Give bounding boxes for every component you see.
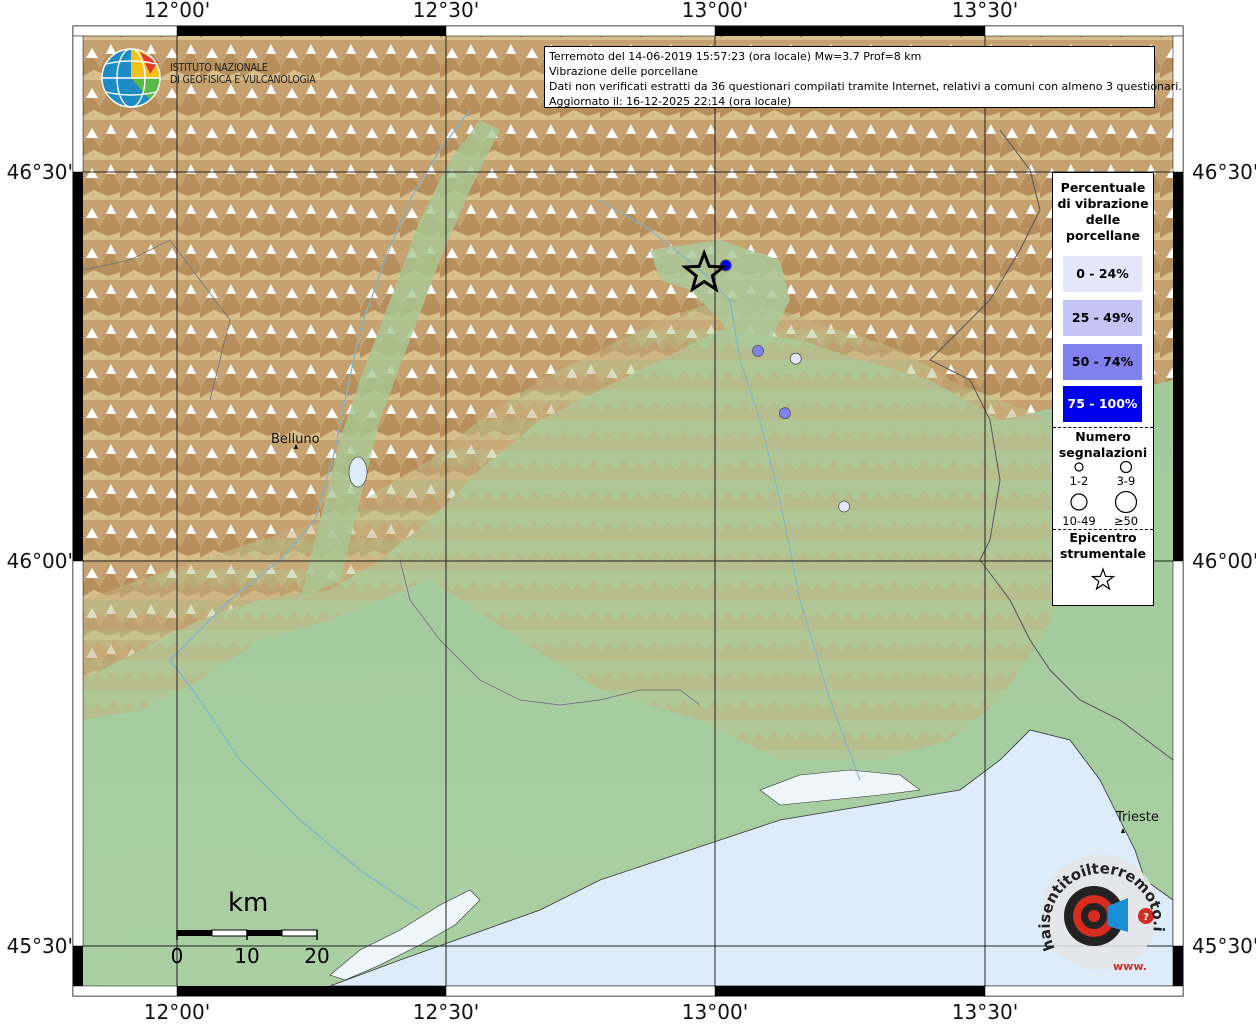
lat-label-right-1: 46°30' [1192, 160, 1256, 184]
svg-text:haisentitoilterremoto.it: haisentitoilterremoto.it [1035, 852, 1165, 954]
legend: Percentuale di vibrazione delle porcella… [1052, 172, 1154, 606]
map-terrain [82, 36, 1174, 987]
lat-label-right-2: 46°00' [1192, 549, 1256, 573]
lat-label-right-3: 45°30' [1192, 934, 1256, 958]
lat-label-left-3: 45°30' [6, 934, 73, 958]
ingv-logo-text: ISTITUTO NAZIONALE DI GEOFISICA E VULCAN… [170, 62, 316, 86]
lon-label-top-4: 13°30' [951, 0, 1019, 22]
lat-label-left-2: 46°00' [6, 549, 73, 573]
event-info-box: Terremoto del 14-06-2019 15:57:23 (ora l… [544, 46, 1182, 108]
event-title: Terremoto del 14-06-2019 15:57:23 (ora l… [549, 50, 922, 63]
lake-santa-croce [348, 456, 368, 488]
questionnaire-point-1 [752, 344, 764, 357]
map-subject: Vibrazione delle porcellane [549, 65, 698, 78]
lon-label-bottom-3: 13°00' [681, 1000, 749, 1024]
data-note: Dati non verificati estratti da 36 quest… [549, 80, 1182, 93]
lon-label-bottom-4: 13°30' [951, 1000, 1019, 1024]
count-label-1-2: 1-2 [1069, 474, 1089, 488]
scale-tick-20: 20 [304, 944, 330, 968]
place-belluno: Belluno [271, 432, 320, 447]
lon-label-top-2: 12°30' [412, 0, 480, 22]
watermark-text: haisentitoilterremoto.it www. [1035, 852, 1165, 973]
count-label-50-plus: ≥50 [1113, 514, 1139, 528]
svg-text:www.: www. [1113, 960, 1147, 973]
count-label-3-9: 3-9 [1116, 474, 1136, 488]
legend-class-2: 50 - 74% [1063, 344, 1142, 380]
legend-class-0: 0 - 24% [1063, 256, 1142, 292]
scale-tick-10: 10 [234, 944, 260, 968]
questionnaire-point-4 [838, 500, 850, 513]
legend-class-3: 75 - 100% [1063, 386, 1142, 422]
legend-title: Percentuale di vibrazione delle porcella… [1057, 180, 1149, 243]
logo-line-1: ISTITUTO NAZIONALE [170, 62, 268, 74]
legend-epicenter-title: Epicentro strumentale [1059, 530, 1147, 561]
lon-label-top-1: 12°00' [143, 0, 211, 22]
questionnaire-point-3 [779, 407, 791, 420]
count-symbol-3-9 [1119, 460, 1133, 474]
legend-class-1: 25 - 49% [1063, 300, 1142, 336]
questionnaire-point-2 [789, 352, 802, 365]
ingv-logo-icon [101, 48, 161, 108]
place-trieste: Trieste [1116, 810, 1159, 825]
logo-line-2: DI GEOFISICA E VULCANOLOGIA [170, 74, 316, 86]
count-label-10-49: 10-49 [1062, 514, 1096, 528]
update-time: Aggiornato il: 16-12-2025 22:14 (ora loc… [549, 95, 792, 108]
scale-tick-0: 0 [170, 944, 184, 968]
count-symbol-50-plus [1114, 490, 1138, 514]
epicenter-legend-icon [1091, 567, 1115, 591]
scale-unit: km [228, 888, 269, 918]
count-symbol-1-2 [1074, 462, 1084, 472]
lon-label-top-3: 13°00' [681, 0, 749, 22]
legend-separator-1 [1053, 427, 1153, 428]
lon-label-bottom-2: 12°30' [412, 1000, 480, 1024]
lon-label-bottom-1: 12°00' [143, 1000, 211, 1024]
count-symbol-10-49 [1070, 493, 1088, 511]
lat-label-left-1: 46°30' [6, 160, 73, 184]
